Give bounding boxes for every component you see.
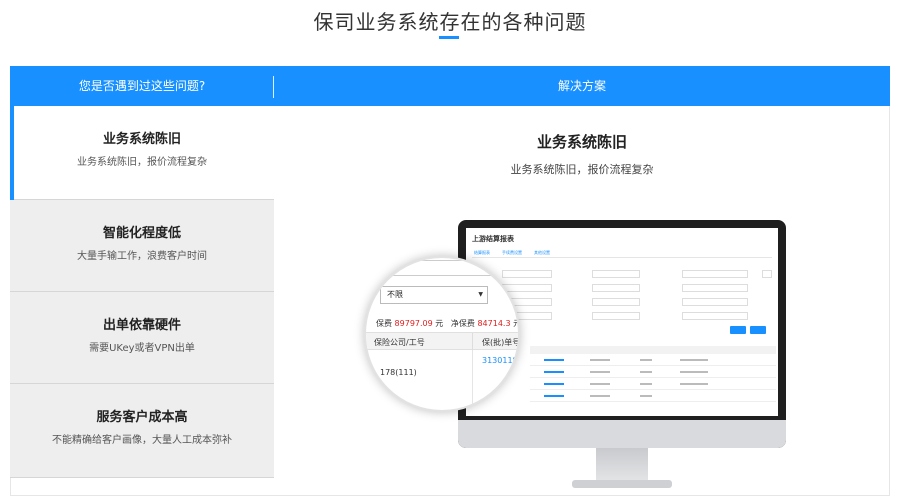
solution-title: 业务系统陈旧: [536, 133, 627, 151]
screen-tab: 手续费设置: [502, 250, 522, 255]
screen-text-mark: [680, 371, 708, 373]
screen-field: [592, 312, 640, 320]
magnifier-zoom: 不限 ▼ 保费 89797.09 元 净保费 84714.3 元 车险 保险公司…: [364, 256, 520, 412]
problem-item-hardware-dependency[interactable]: 出单依靠硬件 需要UKey或者VPN出单: [10, 292, 274, 384]
page-title: 保司业务系统存在的各种问题: [313, 10, 587, 34]
zoomed-fee-summary: 保费 89797.09 元 净保费 84714.3 元 车险: [376, 318, 518, 329]
monitor-chin: [458, 420, 786, 448]
zoomed-select: 不限 ▼: [380, 286, 488, 304]
screen-field: [592, 284, 640, 292]
monitor-stand: [596, 448, 648, 482]
screen-text-mark: [680, 383, 708, 385]
problem-title: 智能化程度低: [102, 226, 181, 241]
problem-title: 出单依靠硬件: [102, 318, 181, 333]
screen-text-mark: [590, 383, 610, 385]
solution-desc: 业务系统陈旧，报价流程复杂: [510, 163, 654, 176]
screen-text-mark: [590, 371, 610, 373]
screen-field: [682, 284, 748, 292]
screen-text-mark: [640, 383, 652, 385]
zoomed-company-cell: 178(111): [380, 368, 417, 377]
problem-item-low-intelligence[interactable]: 智能化程度低 大量手输工作，浪费客户时间: [10, 200, 274, 292]
screen-text-mark: [640, 359, 652, 361]
screen-text-mark: [590, 395, 610, 397]
screen-link-mark: [544, 371, 564, 373]
fee1-label: 保费: [376, 319, 392, 328]
screen-field: [502, 270, 552, 278]
problem-desc: 业务系统陈旧，报价流程复杂: [77, 157, 207, 168]
screen-table-row: [530, 366, 776, 378]
screen-field: [502, 284, 552, 292]
screen-text-mark: [680, 359, 708, 361]
fee1-value: 89797.09: [394, 319, 433, 328]
problem-title: 业务系统陈旧: [102, 132, 181, 147]
screen-filter-row: [472, 298, 772, 306]
chevron-down-icon: ▼: [478, 291, 483, 298]
zoomed-policy-link: 31301180: [482, 356, 520, 365]
screen-table: [530, 346, 776, 412]
problem-item-outdated-system[interactable]: 业务系统陈旧 业务系统陈旧，报价流程复杂: [10, 106, 274, 200]
col-separator: [472, 350, 473, 410]
zoomed-select-value: 不限: [387, 290, 403, 299]
screen-field: [682, 270, 748, 278]
solution-header: 解决方案: [557, 79, 606, 93]
screen-tabs: 结算报表 手续费设置 其他设置: [472, 248, 772, 258]
problem-desc: 大量手输工作，浪费客户时间: [77, 251, 207, 262]
screen-link-mark: [544, 383, 564, 385]
problem-desc: 不能精确给客户画像，大量人工成本弥补: [52, 435, 232, 446]
screen-text-mark: [640, 371, 652, 373]
screen-field: [682, 312, 748, 320]
monitor-stand-base: [572, 480, 672, 488]
fee2-label: 净保费: [450, 319, 475, 328]
screen-link-mark: [544, 395, 564, 397]
screen-tab: 其他设置: [534, 250, 550, 255]
fee2-value: 84714.3: [477, 319, 511, 328]
header-bar: 您是否遇到过这些问题? 解决方案: [10, 66, 890, 106]
zoomed-table-header: 保险公司/工号 保(批)单号: [366, 332, 520, 351]
screen-table-header: [530, 346, 776, 354]
screen-link-mark: [544, 359, 564, 361]
screen-text-mark: [640, 395, 652, 397]
screen-table-row: [530, 390, 776, 402]
screen-tab: 结算报表: [474, 250, 490, 255]
fee2-unit: 元: [513, 319, 518, 328]
screen-reset-button: [750, 326, 766, 334]
title-underline: [439, 36, 459, 39]
zoomed-input: [376, 260, 496, 276]
col-policy-header: 保(批)单号: [482, 338, 520, 347]
screen-filter-row: [472, 270, 772, 278]
screen-field: [682, 298, 748, 306]
problem-desc: 需要UKey或者VPN出单: [89, 343, 195, 354]
screen-field: [592, 298, 640, 306]
screen-filter-row: [472, 284, 772, 292]
screen-field: [762, 270, 772, 278]
fee1-unit: 元: [435, 319, 444, 328]
screen-field: [592, 270, 640, 278]
problems-header: 您是否遇到过这些问题?: [78, 79, 206, 93]
screen-title: 上游结算报表: [472, 235, 514, 243]
col-separator: [472, 333, 473, 351]
screen-table-row: [530, 354, 776, 366]
screen-text-mark: [590, 359, 610, 361]
active-indicator: [10, 106, 14, 200]
col-company-header: 保险公司/工号: [374, 338, 425, 347]
problem-title: 服务客户成本高: [96, 410, 188, 425]
problem-item-high-service-cost[interactable]: 服务客户成本高 不能精确给客户画像，大量人工成本弥补: [10, 384, 274, 478]
screen-table-row: [530, 378, 776, 390]
screen-query-button: [730, 326, 746, 334]
